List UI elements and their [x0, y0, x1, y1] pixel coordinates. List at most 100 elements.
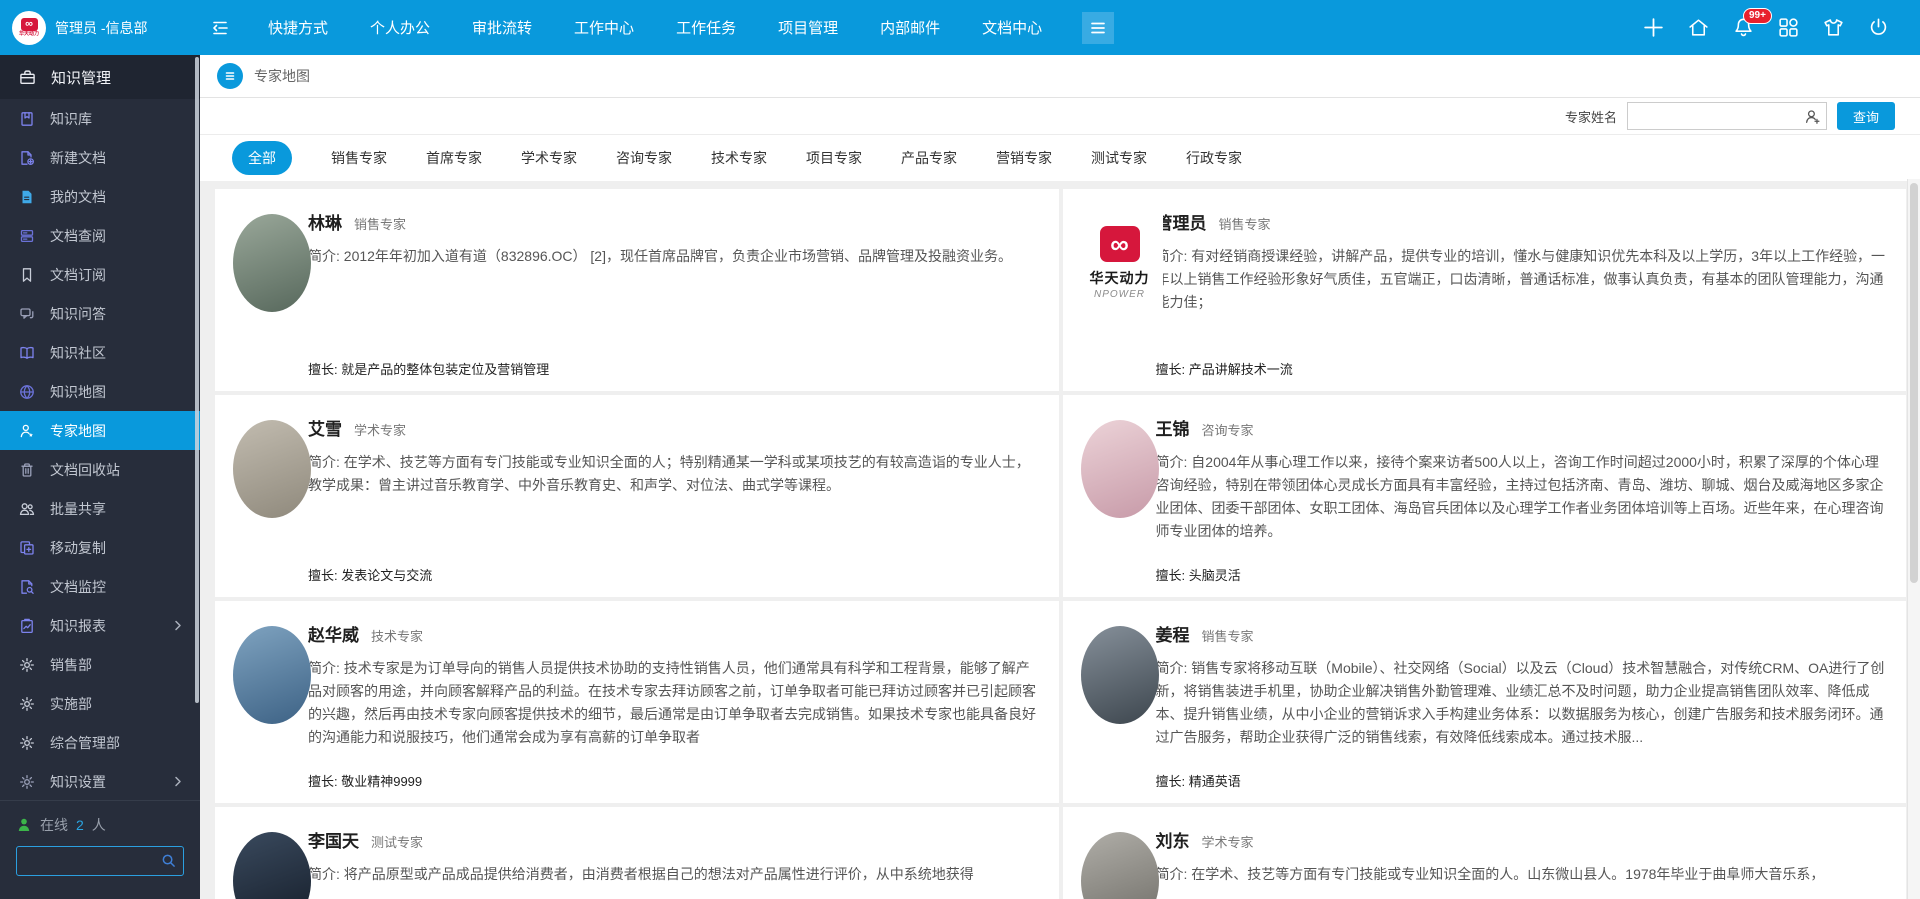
online-status: 在线 2 人 — [16, 815, 184, 835]
tab-testing-expert[interactable]: 测试专家 — [1091, 148, 1147, 168]
nav-item-project-management[interactable]: 项目管理 — [778, 17, 838, 38]
apps-icon[interactable] — [1777, 16, 1800, 39]
gear-icon — [19, 696, 35, 712]
briefcase-icon — [19, 69, 36, 86]
expert-card[interactable]: ∞华天动力NPOWER管理员销售专家简介: 有对经销商授课经验，讲解产品，提供专… — [1063, 189, 1907, 391]
sidebar-item-label: 文档查阅 — [50, 226, 106, 246]
logo-infinity-icon: ∞ — [1100, 226, 1140, 262]
sidebar-item-document-review[interactable]: 文档查阅 — [0, 216, 200, 255]
chevron-right-icon — [170, 620, 186, 631]
expert-card[interactable]: 赵华威技术专家简介: 技术专家是为订单导向的销售人员提供技术协助的支持性销售人员… — [215, 601, 1059, 803]
main-content: 专家地图 专家姓名 查询 全部销售专家首席专家学术专家咨询专家技术专家项目专家产… — [200, 55, 1920, 899]
tab-product-expert[interactable]: 产品专家 — [901, 148, 957, 168]
tshirt-icon[interactable] — [1822, 16, 1845, 39]
tab-consulting-expert[interactable]: 咨询专家 — [616, 148, 672, 168]
main-scrollbar[interactable] — [1907, 179, 1920, 899]
bookmark-icon — [19, 267, 35, 283]
sidebar-item-move-copy[interactable]: 移动复制 — [0, 528, 200, 567]
tab-sales-expert[interactable]: 销售专家 — [331, 148, 387, 168]
bell-icon[interactable]: 99+ — [1732, 16, 1755, 39]
sidebar-item-label: 专家地图 — [50, 421, 106, 441]
nav-item-work-center[interactable]: 工作中心 — [574, 17, 634, 38]
sidebar-item-sales-dept[interactable]: 销售部 — [0, 645, 200, 684]
sidebar-item-general-management-dept[interactable]: 综合管理部 — [0, 723, 200, 762]
expert-name: 赵华威 — [308, 626, 359, 645]
expert-card-body: 林琳销售专家简介: 2012年年初加入道有道（832896.OC） [2]，现任… — [308, 189, 1059, 268]
plus-icon[interactable] — [1642, 16, 1665, 39]
sidebar-item-implementation-dept[interactable]: 实施部 — [0, 684, 200, 723]
sidebar-item-knowledge-base[interactable]: 知识库 — [0, 99, 200, 138]
book-icon — [19, 111, 35, 127]
expert-card[interactable]: 刘东学术专家简介: 在学术、技艺等方面有专门技能或专业知识全面的人。山东微山县人… — [1063, 807, 1907, 899]
sidebar-item-knowledge-settings[interactable]: 知识设置 — [0, 762, 200, 801]
sidebar-item-document-monitor[interactable]: 文档监控 — [0, 567, 200, 606]
expert-name-row: 王锦咨询专家 — [1156, 415, 1889, 440]
tab-marketing-expert[interactable]: 营销专家 — [996, 148, 1052, 168]
expert-type: 咨询专家 — [1202, 423, 1254, 438]
power-icon[interactable] — [1867, 16, 1890, 39]
tab-chief-expert[interactable]: 首席专家 — [426, 148, 482, 168]
expert-name-label: 专家姓名 — [1565, 107, 1617, 126]
tab-all[interactable]: 全部 — [232, 141, 292, 175]
expert-intro: 简介: 有对经销商授课经验，讲解产品，提供专业的培训，懂水与健康知识优先本科及以… — [1156, 245, 1889, 314]
expert-card-body: 艾雪学术专家简介: 在学术、技艺等方面有专门技能或专业知识全面的人；特别精通某一… — [308, 395, 1059, 497]
search-icon[interactable] — [161, 853, 176, 868]
tab-project-expert[interactable]: 项目专家 — [806, 148, 862, 168]
page-list-icon — [217, 63, 243, 89]
expert-name-row: 赵华威技术专家 — [308, 621, 1041, 646]
nav-item-personal-office[interactable]: 个人办公 — [370, 17, 430, 38]
sidebar-item-document-recycle[interactable]: 文档回收站 — [0, 450, 200, 489]
sidebar-item-expert-map[interactable]: 专家地图 — [0, 411, 200, 450]
sidebar-item-label: 文档订阅 — [50, 265, 106, 285]
expert-card[interactable]: 艾雪学术专家简介: 在学术、技艺等方面有专门技能或专业知识全面的人；特别精通某一… — [215, 395, 1059, 597]
avatar — [1081, 626, 1159, 724]
sidebar-item-batch-share[interactable]: 批量共享 — [0, 489, 200, 528]
expert-skill: 擅长: 头脑灵活 — [1156, 565, 1241, 584]
sidebar-item-document-subscribe[interactable]: 文档订阅 — [0, 255, 200, 294]
tab-technical-expert[interactable]: 技术专家 — [711, 148, 767, 168]
main-scrollbar-thumb[interactable] — [1910, 183, 1918, 583]
expert-name-input[interactable] — [1628, 103, 1826, 129]
sidebar-item-my-documents[interactable]: 我的文档 — [0, 177, 200, 216]
sidebar-header-knowledge-management[interactable]: 知识管理 — [0, 55, 200, 99]
expert-card[interactable]: 李国天测试专家简介: 将产品原型或产品成品提供给消费者，由消费者根据自己的想法对… — [215, 807, 1059, 899]
sidebar-search-input[interactable] — [17, 847, 183, 875]
sidebar-item-knowledge-qa[interactable]: 知识问答 — [0, 294, 200, 333]
sidebar-item-knowledge-report[interactable]: 知识报表 — [0, 606, 200, 645]
home-icon[interactable] — [1687, 16, 1710, 39]
nav-item-approval-flow[interactable]: 审批流转 — [472, 17, 532, 38]
sidebar-menu: 知识库新建文档我的文档文档查阅文档订阅知识问答知识社区知识地图专家地图文档回收站… — [0, 99, 200, 801]
expert-type: 技术专家 — [371, 629, 423, 644]
nav-item-internal-mail[interactable]: 内部邮件 — [880, 17, 940, 38]
tab-administrative-expert[interactable]: 行政专家 — [1186, 148, 1242, 168]
expert-intro: 简介: 技术专家是为订单导向的销售人员提供技术协助的支持性销售人员，他们通常具有… — [308, 657, 1041, 749]
expert-card[interactable]: 姜程销售专家简介: 销售专家将移动互联（Mobile）、社交网络（Social）… — [1063, 601, 1907, 803]
sidebar-item-label: 实施部 — [50, 694, 92, 714]
nav-item-document-center[interactable]: 文档中心 — [982, 17, 1042, 38]
expert-card[interactable]: 林琳销售专家简介: 2012年年初加入道有道（832896.OC） [2]，现任… — [215, 189, 1059, 391]
expert-skill: 擅长: 敬业精神9999 — [308, 771, 422, 790]
globe-icon — [19, 384, 35, 400]
sidebar-item-knowledge-map[interactable]: 知识地图 — [0, 372, 200, 411]
menu-button[interactable] — [1082, 12, 1114, 44]
report-icon — [19, 618, 35, 634]
add-person-icon[interactable] — [1804, 108, 1821, 125]
query-button[interactable]: 查询 — [1837, 102, 1895, 130]
sidebar-scrollbar[interactable] — [195, 57, 199, 703]
sidebar-item-knowledge-community[interactable]: 知识社区 — [0, 333, 200, 372]
tab-academic-expert[interactable]: 学术专家 — [521, 148, 577, 168]
nav-item-shortcuts[interactable]: 快捷方式 — [268, 17, 328, 38]
online-user-icon — [16, 817, 32, 833]
expert-name-row: 李国天测试专家 — [308, 827, 1041, 852]
expert-card[interactable]: 王锦咨询专家简介: 自2004年从事心理工作以来，接待个案来访者500人以上，咨… — [1063, 395, 1907, 597]
expert-intro: 简介: 在学术、技艺等方面有专门技能或专业知识全面的人。山东微山县人。1978年… — [1156, 863, 1889, 886]
online-label: 在线 — [40, 815, 68, 835]
collapse-menu-icon[interactable] — [210, 17, 232, 39]
expert-card-body: 赵华威技术专家简介: 技术专家是为订单导向的销售人员提供技术协助的支持性销售人员… — [308, 601, 1059, 749]
expert-skill: 擅长: 产品讲解技术一流 — [1156, 359, 1293, 378]
sidebar-item-new-document[interactable]: 新建文档 — [0, 138, 200, 177]
nav-item-work-tasks[interactable]: 工作任务 — [676, 17, 736, 38]
expert-intro: 简介: 2012年年初加入道有道（832896.OC） [2]，现任首席品牌官，… — [308, 245, 1041, 268]
sidebar-bottom: 在线 2 人 — [0, 800, 200, 899]
sidebar-item-label: 知识设置 — [50, 772, 106, 792]
